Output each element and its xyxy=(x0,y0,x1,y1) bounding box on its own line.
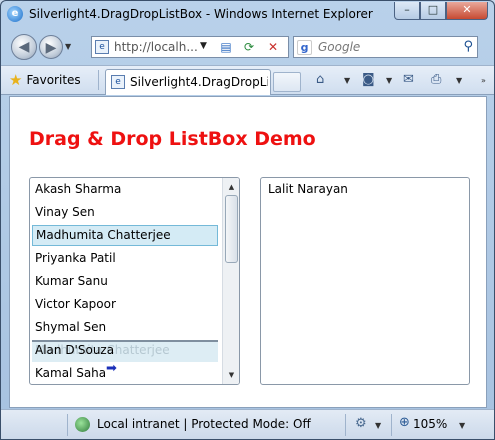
title-bar: e Silverlight4.DragDropListBox - Windows… xyxy=(1,1,494,29)
zoom-icon[interactable]: ⊕ xyxy=(399,415,410,430)
scroll-thumb[interactable] xyxy=(225,195,238,263)
address-text[interactable]: http://localh... xyxy=(114,40,198,54)
stop-icon[interactable]: ✕ xyxy=(264,39,282,55)
page-icon: e xyxy=(95,40,109,54)
favorites-button[interactable]: ★ Favorites xyxy=(9,71,81,89)
list-item[interactable]: Victor Kapoor xyxy=(32,294,218,315)
favorites-label: Favorites xyxy=(26,73,81,87)
list-item[interactable]: Lalit Narayan xyxy=(265,179,451,200)
tab-label: Silverlight4.DragDropList... xyxy=(130,75,268,89)
search-icon[interactable]: ⚲ xyxy=(463,39,473,54)
navigation-bar: ◀ ▶ ▼ e http://localh... ▼ ▤ ⟳ ✕ g Googl… xyxy=(1,30,494,64)
minimize-button[interactable]: – xyxy=(394,2,420,20)
search-bar[interactable]: g Google ⚲ xyxy=(293,36,478,58)
print-dropdown-icon[interactable]: ▼ xyxy=(456,76,462,85)
tab-bar: ★ Favorites e Silverlight4.DragDropList.… xyxy=(1,65,494,95)
maximize-button[interactable]: □ xyxy=(420,2,446,20)
list-item[interactable]: Alan D'Souza xyxy=(32,340,218,361)
compatibility-view-icon[interactable]: ▤ xyxy=(217,39,235,55)
browser-window: e Silverlight4.DragDropListBox - Windows… xyxy=(0,0,495,440)
divider xyxy=(67,414,68,436)
list-item[interactable]: Shymal Sen xyxy=(32,317,218,338)
list-item[interactable]: Kamal Saha xyxy=(32,363,218,384)
address-bar[interactable]: e http://localh... ▼ ▤ ⟳ ✕ xyxy=(91,36,289,58)
listbox-scrollbar[interactable]: ▲ ▼ xyxy=(222,178,239,384)
print-icon[interactable]: ⎙ xyxy=(431,72,441,87)
list-item[interactable]: Vinay Sen xyxy=(32,202,218,223)
close-button[interactable]: ✕ xyxy=(446,2,488,20)
scroll-down-icon[interactable]: ▼ xyxy=(225,369,238,381)
window-controls: – □ ✕ xyxy=(394,2,488,20)
status-bar: Local intranet | Protected Mode: Off ⚙ ▼… xyxy=(1,409,494,439)
intranet-zone-icon xyxy=(75,417,90,432)
divider xyxy=(98,70,99,90)
divider xyxy=(345,414,346,436)
target-listbox[interactable]: Lalit Narayan xyxy=(260,177,470,385)
zoom-level[interactable]: 105% xyxy=(413,417,447,431)
list-item-selected[interactable]: Madhumita Chatterjee xyxy=(32,225,218,246)
address-dropdown-icon[interactable]: ▼ xyxy=(200,41,207,51)
feeds-dropdown-icon[interactable]: ▼ xyxy=(386,76,392,85)
security-dropdown-icon[interactable]: ▼ xyxy=(375,421,381,430)
recent-pages-dropdown[interactable]: ▼ xyxy=(65,42,71,51)
mail-icon[interactable]: ✉ xyxy=(403,72,414,87)
star-icon: ★ xyxy=(9,71,23,89)
drop-indicator xyxy=(32,340,218,342)
window-title: Silverlight4.DragDropListBox - Windows I… xyxy=(29,7,373,21)
page-title: Drag & Drop ListBox Demo xyxy=(29,128,316,150)
search-input[interactable]: Google xyxy=(318,40,360,54)
security-icon[interactable]: ⚙ xyxy=(355,416,367,431)
list-item[interactable]: Priyanka Patil xyxy=(32,248,218,269)
google-icon[interactable]: g xyxy=(297,40,312,55)
page-content: Drag & Drop ListBox Demo Akash Sharma Vi… xyxy=(9,96,487,408)
more-commands-icon[interactable]: » xyxy=(481,76,486,85)
divider xyxy=(391,414,392,436)
tab-active[interactable]: e Silverlight4.DragDropList... xyxy=(105,69,271,95)
page-icon: e xyxy=(111,75,125,89)
back-button[interactable]: ◀ xyxy=(11,34,37,60)
security-zone-status[interactable]: Local intranet | Protected Mode: Off xyxy=(97,417,311,431)
feeds-icon[interactable]: ◙ xyxy=(362,72,375,87)
home-dropdown-icon[interactable]: ▼ xyxy=(344,76,350,85)
scroll-up-icon[interactable]: ▲ xyxy=(225,181,238,193)
zoom-dropdown-icon[interactable]: ▼ xyxy=(459,421,465,430)
refresh-icon[interactable]: ⟳ xyxy=(240,39,258,55)
new-tab-button[interactable] xyxy=(273,72,301,92)
list-item[interactable]: Kumar Sanu xyxy=(32,271,218,292)
forward-button[interactable]: ▶ xyxy=(39,35,63,59)
source-listbox[interactable]: Akash Sharma Vinay Sen Madhumita Chatter… xyxy=(29,177,240,385)
drag-cursor-icon: ➡ xyxy=(106,361,117,376)
list-item[interactable]: Akash Sharma xyxy=(32,179,218,200)
home-icon[interactable]: ⌂ xyxy=(316,72,324,87)
internet-explorer-icon: e xyxy=(7,6,23,22)
